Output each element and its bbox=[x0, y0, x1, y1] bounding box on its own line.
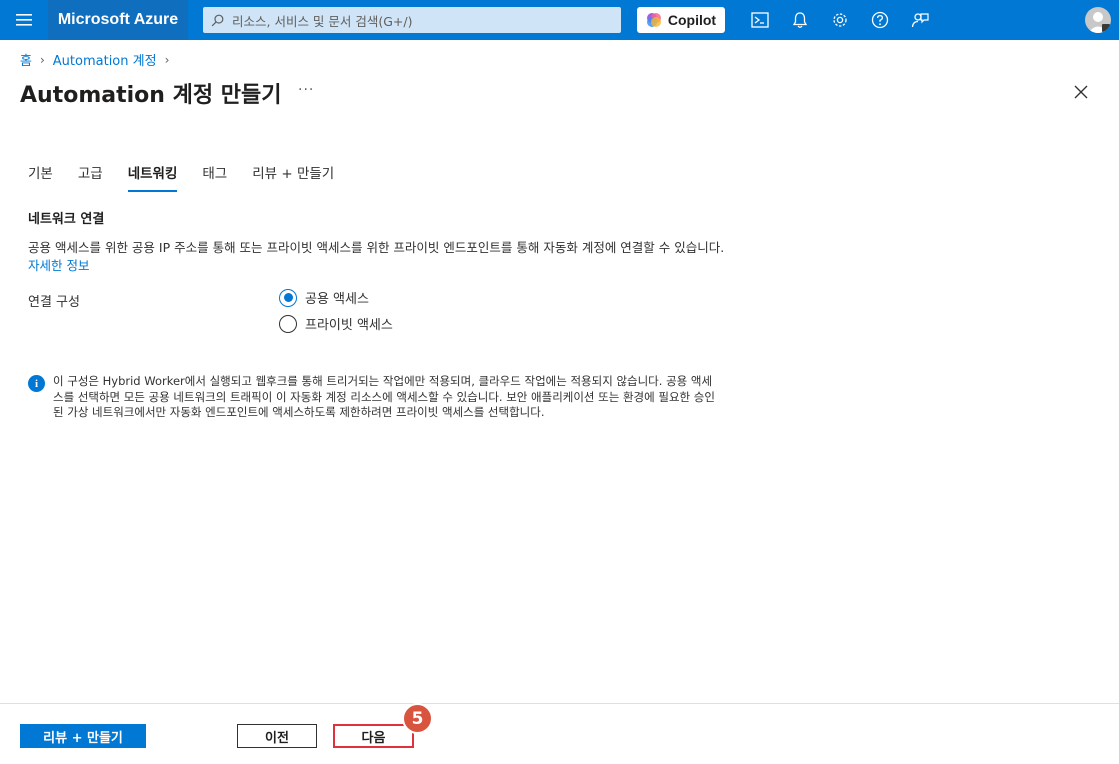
brand-title[interactable]: Microsoft Azure bbox=[48, 0, 188, 40]
page-title: Automation 계정 만들기 bbox=[20, 83, 282, 108]
bell-icon[interactable] bbox=[790, 10, 810, 30]
tab-basics[interactable]: 기본 bbox=[28, 160, 53, 192]
connectivity-config-label: 연결 구성 bbox=[28, 295, 80, 310]
gear-icon[interactable] bbox=[830, 10, 850, 30]
section-title-network-connectivity: 네트워크 연결 bbox=[28, 212, 105, 227]
footer-divider bbox=[0, 703, 1119, 704]
info-icon: i bbox=[28, 375, 45, 392]
radio-public-access[interactable]: 공용 액세스 bbox=[279, 288, 369, 307]
radio-private-access[interactable]: 프라이빗 액세스 bbox=[279, 314, 393, 333]
radio-label-private: 프라이빗 액세스 bbox=[305, 318, 393, 333]
network-description: 공용 액세스를 위한 공용 IP 주소를 통해 또는 프라이빗 액세스를 위한 … bbox=[28, 239, 728, 275]
search-placeholder: 리소스, 서비스 및 문서 검색(G+/) bbox=[232, 13, 413, 29]
description-text: 공용 액세스를 위한 공용 IP 주소를 통해 또는 프라이빗 액세스를 위한 … bbox=[28, 240, 725, 255]
radio-label-public: 공용 액세스 bbox=[305, 292, 369, 307]
search-icon bbox=[211, 14, 224, 26]
more-options-icon[interactable]: ··· bbox=[298, 82, 314, 98]
tab-review-create[interactable]: 리뷰 + 만들기 bbox=[252, 160, 334, 192]
copilot-button[interactable]: Copilot bbox=[637, 7, 725, 33]
step-number-badge: 5 bbox=[402, 703, 433, 734]
menu-icon[interactable] bbox=[12, 10, 36, 30]
info-message: i 이 구성은 Hybrid Worker에서 실행되고 웹후크를 통해 트리거… bbox=[28, 374, 718, 421]
tab-tags[interactable]: 태그 bbox=[202, 160, 227, 192]
top-navigation-bar: Microsoft Azure 리소스, 서비스 및 문서 검색(G+/) Co… bbox=[0, 0, 1119, 40]
next-button[interactable]: 다음 bbox=[333, 724, 414, 748]
help-icon[interactable] bbox=[870, 10, 890, 30]
close-icon[interactable] bbox=[1074, 84, 1090, 100]
learn-more-link[interactable]: 자세한 정보 bbox=[28, 258, 89, 273]
wizard-tabs: 기본 고급 네트워킹 태그 리뷰 + 만들기 bbox=[28, 160, 359, 192]
review-create-button[interactable]: 리뷰 + 만들기 bbox=[20, 724, 146, 748]
breadcrumb-automation-accounts[interactable]: Automation 계정 bbox=[53, 50, 157, 69]
global-search-input[interactable]: 리소스, 서비스 및 문서 검색(G+/) bbox=[203, 7, 621, 33]
radio-button-unchecked[interactable] bbox=[279, 314, 297, 333]
avatar-icon[interactable] bbox=[1085, 7, 1111, 33]
breadcrumb: 홈 › Automation 계정 › bbox=[20, 50, 170, 70]
copilot-label: Copilot bbox=[667, 12, 717, 28]
radio-button-checked[interactable] bbox=[279, 288, 297, 307]
tab-advanced[interactable]: 고급 bbox=[78, 160, 103, 192]
chevron-right-icon: › bbox=[164, 52, 170, 67]
copilot-icon bbox=[646, 13, 661, 27]
cloud-shell-icon[interactable] bbox=[750, 10, 770, 30]
tab-networking[interactable]: 네트워킹 bbox=[127, 160, 178, 192]
chevron-right-icon: › bbox=[39, 52, 45, 67]
previous-button[interactable]: 이전 bbox=[237, 724, 317, 748]
breadcrumb-home[interactable]: 홈 bbox=[20, 50, 32, 69]
feedback-icon[interactable] bbox=[910, 10, 930, 30]
info-text: 이 구성은 Hybrid Worker에서 실행되고 웹후크를 통해 트리거되는… bbox=[53, 374, 715, 419]
